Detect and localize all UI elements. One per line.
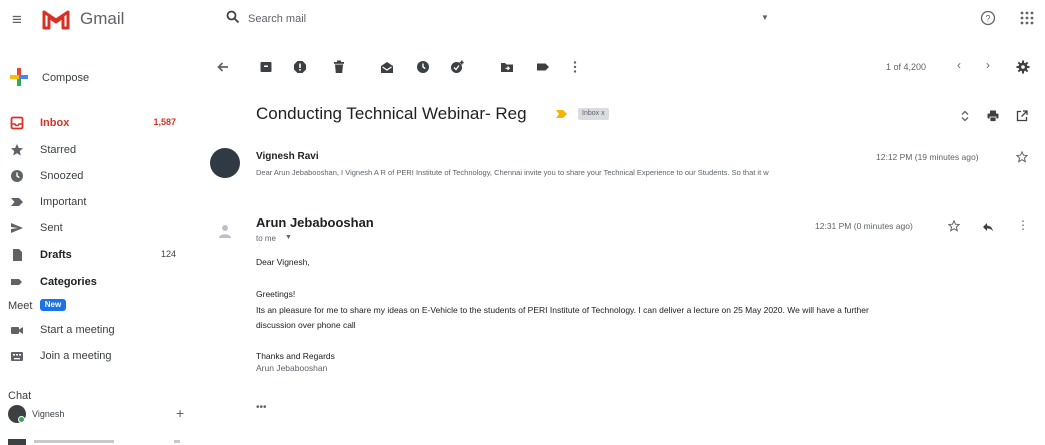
sidebar-item-label: Sent [40, 222, 63, 234]
join-meeting-item[interactable]: Join a meeting [0, 346, 200, 368]
sidebar-item-sent[interactable]: Sent [0, 218, 200, 240]
meet-section-title: Meet [8, 300, 33, 312]
newer-chevron-icon[interactable]: ‹ [957, 58, 961, 72]
main-menu-icon[interactable]: ≡ [12, 11, 26, 28]
inbox-label-chip[interactable]: Inbox x [578, 108, 609, 120]
important-marker-icon[interactable] [556, 110, 568, 118]
recipient-summary[interactable]: to me [256, 234, 276, 243]
message-signature: Arun Jebabooshan [256, 363, 328, 373]
move-to-icon[interactable] [500, 60, 514, 74]
sidebar-item-label: Drafts [40, 249, 72, 261]
star-icon[interactable] [1016, 151, 1028, 163]
chat-list-item-faded [8, 439, 180, 445]
labels-icon[interactable] [536, 60, 550, 74]
archive-icon[interactable] [259, 60, 273, 74]
message-time: 12:31 PM (0 minutes ago) [815, 221, 913, 231]
sidebar-item-label: Start a meeting [40, 324, 115, 336]
keyboard-icon [11, 352, 23, 361]
snooze-icon[interactable] [416, 60, 430, 74]
message-time: 12:12 PM (19 minutes ago) [876, 152, 979, 162]
app-name[interactable]: Gmail [80, 9, 124, 29]
search-input[interactable] [248, 8, 748, 30]
compose-button[interactable]: Compose [8, 66, 108, 92]
gmail-logo-icon[interactable] [42, 8, 70, 30]
sidebar-item-label: Join a meeting [40, 350, 112, 362]
sender-avatar[interactable] [210, 148, 240, 178]
sidebar-item-label: Important [40, 196, 87, 208]
online-status-icon [18, 416, 25, 423]
print-icon[interactable] [987, 110, 999, 122]
sidebar-item-drafts[interactable]: Drafts 124 [0, 245, 200, 267]
expand-all-icon[interactable] [959, 110, 971, 122]
new-badge: New [40, 299, 66, 311]
message-body-line: discussion over phone call [256, 320, 356, 330]
message-sender[interactable]: Arun Jebabooshan [256, 215, 374, 230]
delete-icon[interactable] [332, 60, 346, 74]
sidebar-item-categories[interactable]: Categories [0, 272, 200, 294]
important-icon [11, 198, 23, 206]
draft-count: 124 [160, 249, 176, 259]
report-spam-icon[interactable] [293, 60, 307, 74]
open-in-new-window-icon[interactable] [1016, 110, 1028, 122]
message-body-line: Greetings! [256, 289, 296, 299]
add-chat-icon[interactable]: + [176, 405, 184, 421]
video-camera-icon [11, 327, 23, 334]
message-sender[interactable]: Vignesh Ravi [256, 151, 319, 162]
pagination-count: 1 of 4,200 [886, 62, 927, 72]
unread-count: 1,587 [153, 117, 176, 127]
search-icon[interactable] [226, 10, 240, 24]
show-details-icon[interactable]: ▼ [285, 234, 292, 241]
add-to-tasks-icon[interactable] [450, 60, 464, 74]
clock-icon [11, 170, 23, 182]
apps-grid-icon[interactable] [1020, 11, 1034, 25]
message-body-line: Thanks and Regards [256, 351, 335, 361]
reply-icon[interactable] [982, 221, 994, 233]
sidebar-item-important[interactable]: Important [0, 192, 200, 214]
older-chevron-icon[interactable]: › [986, 58, 990, 72]
message-body-line: Dear Vignesh, [256, 257, 310, 267]
more-actions-icon[interactable]: ⋮ [1017, 219, 1029, 231]
label-icon [11, 279, 22, 285]
chat-section-title: Chat [8, 390, 32, 402]
mark-unread-icon[interactable] [380, 60, 394, 74]
show-trimmed-content-icon[interactable]: ••• [256, 402, 267, 413]
more-options-icon[interactable] [568, 60, 582, 74]
sidebar-item-starred[interactable]: Starred [0, 140, 200, 162]
draft-icon [13, 249, 22, 261]
sidebar-item-label: Snoozed [40, 170, 84, 182]
sidebar-item-inbox[interactable]: Inbox 1,587 [0, 113, 200, 135]
start-meeting-item[interactable]: Start a meeting [0, 320, 200, 342]
help-icon[interactable]: ? [980, 10, 996, 26]
sidebar-item-label: Categories [40, 276, 97, 288]
inbox-icon [10, 116, 24, 130]
default-avatar-icon[interactable] [216, 222, 234, 240]
search-options-icon[interactable]: ▼ [761, 13, 769, 22]
star-icon [11, 144, 23, 156]
message-snippet[interactable]: Dear Arun Jebabooshan, I Vignesh A R of … [256, 168, 1016, 177]
settings-gear-icon[interactable] [1016, 60, 1030, 74]
star-icon[interactable] [948, 220, 960, 232]
chat-contact-name[interactable]: Vignesh [32, 409, 64, 419]
compose-label: Compose [42, 72, 90, 84]
thread-subject: Conducting Technical Webinar- Reg [256, 104, 527, 123]
sidebar-item-snoozed[interactable]: Snoozed [0, 166, 200, 188]
back-arrow-icon[interactable] [216, 60, 230, 74]
sidebar-item-label: Inbox [40, 117, 70, 129]
sidebar-item-label: Starred [40, 144, 77, 156]
message-body-line: Its an pleasure for me to share my ideas… [256, 305, 869, 315]
compose-plus-icon [10, 68, 28, 86]
top-bar: ≡ Gmail ▼ ? [0, 0, 1045, 48]
send-icon [11, 223, 23, 233]
svg-text:?: ? [985, 14, 990, 24]
